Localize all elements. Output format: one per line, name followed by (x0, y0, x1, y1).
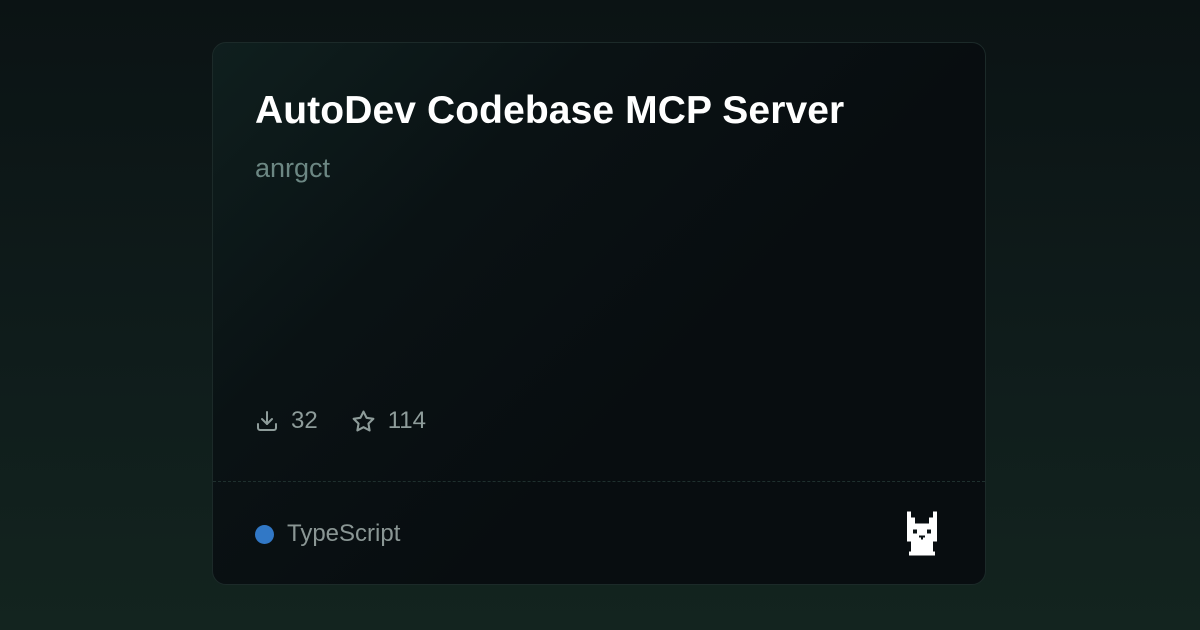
downloads-count: 32 (291, 407, 318, 434)
language-color-dot (255, 524, 274, 544)
stars-stat: 114 (351, 407, 426, 435)
stars-count: 114 (387, 407, 426, 434)
language-badge: TypeScript (255, 519, 400, 549)
server-title: AutoDev Codebase MCP Server (255, 89, 845, 132)
card-divider (213, 481, 985, 482)
server-card[interactable]: AutoDev Codebase MCP Server anrgct 32 11… (212, 42, 986, 585)
download-icon (255, 409, 279, 433)
server-stats: 32 114 (255, 406, 426, 436)
server-author: anrgct (255, 153, 331, 183)
star-icon (351, 409, 376, 434)
downloads-stat: 32 (255, 407, 318, 435)
language-name: TypeScript (287, 520, 401, 547)
llama-logo (905, 511, 939, 556)
